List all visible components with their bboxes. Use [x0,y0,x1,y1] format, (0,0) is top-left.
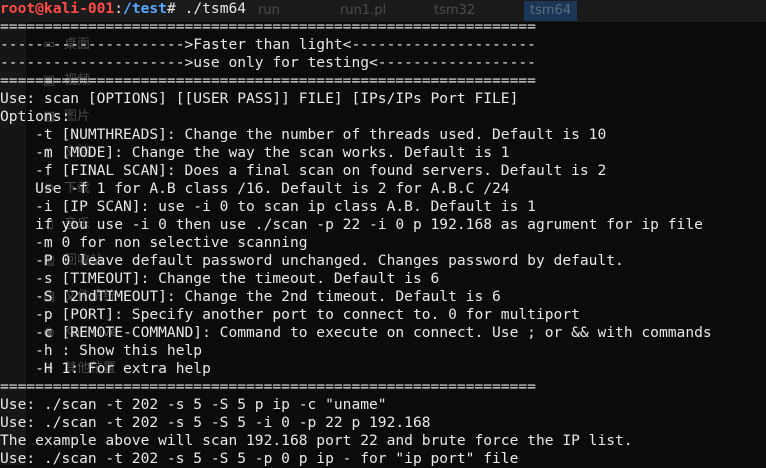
terminal-output-line: if you use -i 0 then use ./scan -p 22 -i… [0,216,703,233]
terminal-output-line: Use: ./scan -t 202 -s 5 -S 5 p ip -c "un… [0,396,387,413]
terminal-output-line: Use: ./scan -t 202 -s 5 -S 5 -i 0 -p 22 … [0,414,431,431]
terminal-output-line: The example above will scan 192.168 port… [0,432,633,449]
terminal-output-line: -S [2ndTIMEOUT]: Change the 2nd timeout.… [0,288,501,305]
terminal-output-line: Use -f 1 for A.B class /16. Default is 2… [0,180,510,197]
terminal-output-line: -p [PORT]: Specify another port to conne… [0,306,580,323]
prompt-symbol: # [166,0,185,17]
terminal-output-line: -h : Show this help [0,342,203,359]
terminal-output-line: -t [NUMTHREADS]: Change the number of th… [0,126,607,143]
terminal-output-line: -c [REMOTE-COMMAND]: Command to execute … [0,324,712,341]
terminal-output-line: Use: ./scan -t 202 -s 5 -S 5 -p 0 p ip -… [0,450,519,467]
terminal-output-line: -m [MODE]: Change the way the scan works… [0,144,510,161]
terminal-output-line: ========================================… [0,18,536,35]
terminal-output-line: -H 1: For extra help [0,360,211,377]
terminal-output-line: --------------------->use only for testi… [0,54,536,71]
prompt-path: /test [123,0,167,17]
terminal-output-line: Use: scan [OPTIONS] [[USER PASS]] FILE] … [0,90,519,107]
terminal-output-line: ========================================… [0,378,536,395]
prompt-separator: : [114,0,124,17]
terminal-output-line: -i [IP SCAN]: use -i 0 to scan ip class … [0,198,536,215]
prompt-user-host: root@kali-001 [0,0,115,17]
terminal-output-line: -s [TIMEOUT]: Change the timeout. Defaul… [0,270,440,287]
terminal-output-line: ========================================… [0,72,536,89]
terminal-output-line: --------------------->Faster than light<… [0,36,536,53]
terminal-output-line: Options: [0,108,71,125]
terminal-output-line: -f [FINAL SCAN]: Does a final scan on fo… [0,162,607,179]
terminal-output-line: -P 0 leave default password unchanged. C… [0,252,624,269]
terminal-prompt-line: root@kali-001:/test# ./tsm64 [0,0,766,18]
terminal-window[interactable]: root@kali-001:/test# ./tsm64 ===========… [0,0,766,467]
terminal-output-line: -m 0 for non selective scanning [0,234,308,251]
prompt-command: ./tsm64 [184,0,247,17]
